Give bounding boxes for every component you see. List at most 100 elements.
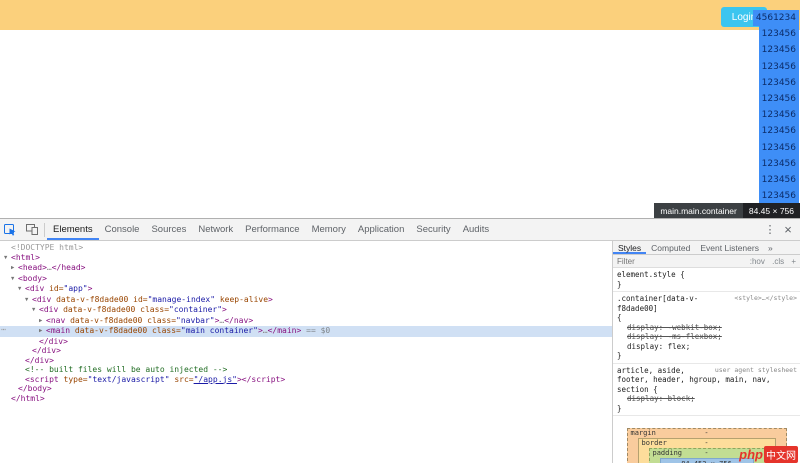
css-property[interactable]: display: block; [617,394,797,404]
disclosure-arrow-icon[interactable]: ▼ [25,296,32,306]
rule-source-link[interactable]: <style>…</style> [734,294,797,304]
styles-filter-input[interactable] [617,257,687,266]
dom-node[interactable]: </div> [0,346,612,356]
devtools-tab-console[interactable]: Console [99,219,146,240]
selected-text-line: 123456 [759,123,799,139]
margin-label: margin [631,429,656,438]
close-devtools-icon[interactable]: × [779,219,797,240]
dom-tree: <!DOCTYPE html>▼<html>▶<head>…</head>▼<b… [0,241,612,403]
dom-node-selected[interactable]: ⋯▶<main data-v-f8dade00 class="main cont… [0,326,612,337]
elements-panel: <!DOCTYPE html>▼<html>▶<head>…</head>▼<b… [0,241,613,463]
css-rules: element.style {} <style>…</style> .contain… [613,268,800,416]
devtools-toolbar: ElementsConsoleSourcesNetworkPerformance… [0,219,800,241]
dom-node[interactable]: </body> [0,384,612,394]
dom-node[interactable]: </div> [0,356,612,366]
border-top-value[interactable]: - [704,439,708,447]
selected-text-line: 123456 [759,75,799,91]
css-rule: user agent stylesheetarticle, aside, foo… [613,364,800,417]
devtools-tab-application[interactable]: Application [352,219,410,240]
disclosure-arrow-icon[interactable]: ▼ [4,254,11,264]
css-rule: element.style {} [613,268,800,292]
devtools-tab-security[interactable]: Security [410,219,456,240]
styles-filter-actions: :hov .cls + [745,257,796,266]
new-style-rule-button[interactable]: + [791,257,796,266]
styles-tab-styles[interactable]: Styles [613,241,646,254]
page-header: Login [0,0,800,30]
page-viewport: Login 4561234123456123456123456123456123… [0,0,800,218]
selected-text-line: 123456 [759,42,799,58]
element-classes-toggle[interactable]: .cls [772,257,784,266]
devtools-tab-network[interactable]: Network [192,219,239,240]
selected-text-line: 123456 [759,140,799,156]
selected-text-line: 123456 [759,172,799,188]
dom-node[interactable]: ▼<html> [0,253,612,264]
devtools-body: <!DOCTYPE html>▼<html>▶<head>…</head>▼<b… [0,241,800,463]
selected-text-line: 123456 [759,59,799,75]
dom-node[interactable]: <!-- built files will be auto injected -… [0,365,612,375]
dom-node[interactable]: ▼<body> [0,274,612,285]
dom-node[interactable]: ▼<div data-v-f8dade00 class="container"> [0,305,612,316]
styles-tab-computed[interactable]: Computed [646,241,695,254]
devtools-tab-performance[interactable]: Performance [239,219,305,240]
padding-top-value[interactable]: - [704,449,708,457]
disclosure-arrow-icon[interactable]: ▼ [18,285,25,295]
dom-node[interactable]: </div> [0,337,612,347]
styles-tabs-list: StylesComputedEvent Listeners [613,241,764,254]
rule-selector[interactable]: element.style { [617,270,685,279]
devtools-tab-sources[interactable]: Sources [145,219,192,240]
selected-text-line: 123456 [759,156,799,172]
more-options-icon[interactable]: ⋮ [761,219,779,240]
dom-node[interactable]: ▼<div id="app"> [0,284,612,295]
php-watermark: php中文网 [739,446,798,463]
styles-sidebar: StylesComputedEvent Listeners » :hov .cl… [613,241,800,463]
inspect-tooltip: main.main.container 84.45 × 756 [654,203,800,218]
inspect-tooltip-size: 84.45 × 756 [743,203,800,218]
watermark-prefix: php [739,447,763,462]
overflow-tabs-icon[interactable]: » [764,241,777,254]
browser-window: Login 4561234123456123456123456123456123… [0,0,800,464]
dom-node[interactable]: ▼<div data-v-f8dade00 id="manage-index" … [0,295,612,306]
dom-node[interactable]: ▶<head>…</head> [0,263,612,274]
dom-node[interactable]: <!DOCTYPE html> [0,243,612,253]
selected-text-line: 123456 [759,188,799,204]
dom-node[interactable]: ▶<nav data-v-f8dade00 class="navbar">…</… [0,316,612,327]
border-left-value[interactable]: - [639,448,649,463]
devtools-tab-elements[interactable]: Elements [47,219,99,240]
padding-left-value[interactable]: - [650,458,660,463]
selected-text-column: 4561234123456123456123456123456123456123… [753,10,799,204]
rule-source-link[interactable]: user agent stylesheet [715,366,797,376]
styles-filter-bar: :hov .cls + [613,255,800,268]
disclosure-arrow-icon[interactable]: ▶ [39,317,46,327]
toolbar-separator [44,223,45,237]
device-toolbar-icon[interactable] [21,219,42,240]
styles-tabs: StylesComputedEvent Listeners » [613,241,800,255]
devtools-panel: ElementsConsoleSourcesNetworkPerformance… [0,218,800,464]
disclosure-arrow-icon[interactable]: ▶ [39,327,46,337]
disclosure-arrow-icon[interactable]: ▼ [11,275,18,285]
styles-tab-event-listeners[interactable]: Event Listeners [695,241,764,254]
css-property[interactable]: display: -ms-flexbox; [617,332,797,342]
selected-text-line: 4561234 [753,10,799,26]
margin-top-value[interactable]: - [704,429,708,437]
content-size: 84.453 × 756 [681,460,732,463]
css-rule: <style>…</style> .container[data-v-f8dade… [613,292,800,364]
rule-selector[interactable]: .container[data-v-f8dade00] [617,294,698,313]
disclosure-arrow-icon[interactable]: ▼ [32,306,39,316]
border-label: border [642,439,667,448]
devtools-tab-audits[interactable]: Audits [457,219,495,240]
devtools-tab-memory[interactable]: Memory [306,219,352,240]
selected-text-line: 123456 [759,26,799,42]
inspect-element-icon[interactable] [0,219,21,240]
css-property[interactable]: display: flex; [617,342,797,352]
dom-node[interactable]: </html> [0,394,612,404]
selected-text-line: 123456 [759,107,799,123]
devtools-tabs: ElementsConsoleSourcesNetworkPerformance… [47,219,495,240]
padding-label: padding [653,449,683,458]
css-property[interactable]: display: -webkit-box; [617,323,797,333]
selected-text-line: 123456 [759,91,799,107]
pseudo-state-toggle[interactable]: :hov [750,257,765,266]
margin-left-value[interactable]: - [628,438,638,463]
disclosure-arrow-icon[interactable]: ▶ [11,264,18,274]
dom-node[interactable]: <script type="text/javascript" src="/app… [0,375,612,385]
node-menu-icon[interactable]: ⋯ [1,325,6,335]
